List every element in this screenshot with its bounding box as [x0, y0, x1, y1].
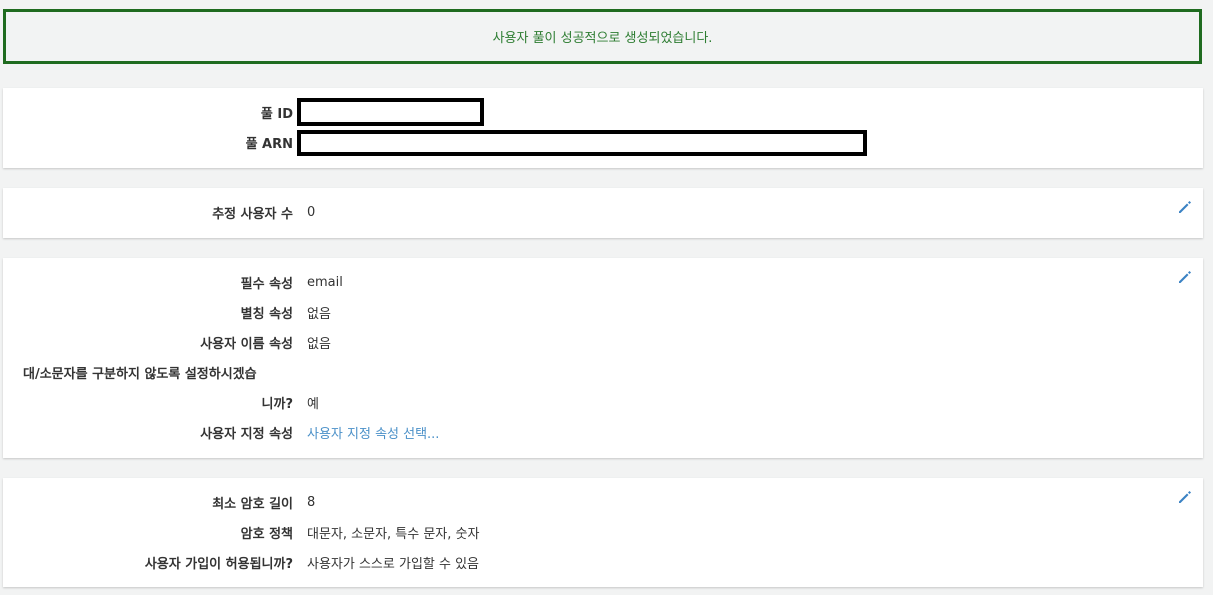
- case-sensitivity-label-line2: 니까?: [261, 396, 293, 412]
- pool-arn-redacted-value: [297, 130, 867, 156]
- success-banner: 사용자 풀이 성공적으로 생성되었습니다.: [3, 9, 1202, 64]
- case-sensitivity-row-line1: 대/소문자를 구분하지 않도록 설정하시겠습: [3, 362, 1203, 382]
- success-message: 사용자 풀이 성공적으로 생성되었습니다.: [492, 31, 713, 46]
- custom-attributes-label: 사용자 지정 속성: [200, 426, 293, 442]
- alias-attributes-value: 없음: [307, 306, 331, 322]
- custom-attributes-link[interactable]: 사용자 지정 속성 선택...: [307, 423, 439, 442]
- pool-arn-row: 풀 ARN: [3, 130, 1203, 156]
- estimated-users-label: 추정 사용자 수: [212, 206, 293, 222]
- username-attributes-value: 없음: [307, 336, 331, 352]
- pool-id-row: 풀 ID: [3, 98, 1203, 126]
- custom-attributes-row: 사용자 지정 속성 사용자 지정 속성 선택...: [3, 422, 1203, 442]
- required-attributes-value: email: [307, 274, 343, 290]
- attributes-card: 필수 속성 email 별칭 속성 없음 사용자 이름 속성 없음 대/소문자를…: [3, 258, 1203, 458]
- pencil-icon[interactable]: [1177, 269, 1193, 285]
- user-signup-label: 사용자 가입이 허용됩니까?: [144, 556, 293, 572]
- min-password-length-row: 최소 암호 길이 8: [3, 492, 1203, 512]
- estimated-users-card: 추정 사용자 수 0: [3, 188, 1203, 238]
- pool-id-label: 풀 ID: [260, 106, 293, 122]
- pencil-icon[interactable]: [1177, 489, 1193, 505]
- estimated-users-value: 0: [307, 204, 316, 220]
- alias-attributes-label: 별칭 속성: [240, 306, 293, 322]
- user-signup-value: 사용자가 스스로 가입할 수 있음: [307, 556, 480, 572]
- case-sensitivity-row: 니까? 예: [3, 392, 1203, 412]
- username-attributes-row: 사용자 이름 속성 없음: [3, 332, 1203, 352]
- pool-id-redacted-value: [297, 98, 484, 126]
- password-policy-label: 암호 정책: [240, 526, 293, 542]
- password-policy-row: 암호 정책 대문자, 소문자, 특수 문자, 숫자: [3, 522, 1203, 542]
- pencil-icon[interactable]: [1177, 199, 1193, 215]
- password-policy-card: 최소 암호 길이 8 암호 정책 대문자, 소문자, 특수 문자, 숫자 사용자…: [3, 478, 1203, 587]
- min-password-length-value: 8: [307, 494, 316, 510]
- pool-info-card: 풀 ID 풀 ARN: [3, 88, 1203, 168]
- case-sensitivity-label-line1: 대/소문자를 구분하지 않도록 설정하시겠습: [23, 366, 257, 382]
- user-signup-row: 사용자 가입이 허용됩니까? 사용자가 스스로 가입할 수 있음: [3, 552, 1203, 572]
- estimated-users-row: 추정 사용자 수 0: [3, 202, 1203, 222]
- username-attributes-label: 사용자 이름 속성: [200, 336, 293, 352]
- password-policy-value: 대문자, 소문자, 특수 문자, 숫자: [307, 526, 480, 542]
- required-attributes-row: 필수 속성 email: [3, 272, 1203, 292]
- min-password-length-label: 최소 암호 길이: [212, 496, 293, 512]
- alias-attributes-row: 별칭 속성 없음: [3, 302, 1203, 322]
- required-attributes-label: 필수 속성: [240, 276, 293, 292]
- pool-arn-label: 풀 ARN: [245, 136, 293, 152]
- case-sensitivity-value: 예: [307, 396, 319, 412]
